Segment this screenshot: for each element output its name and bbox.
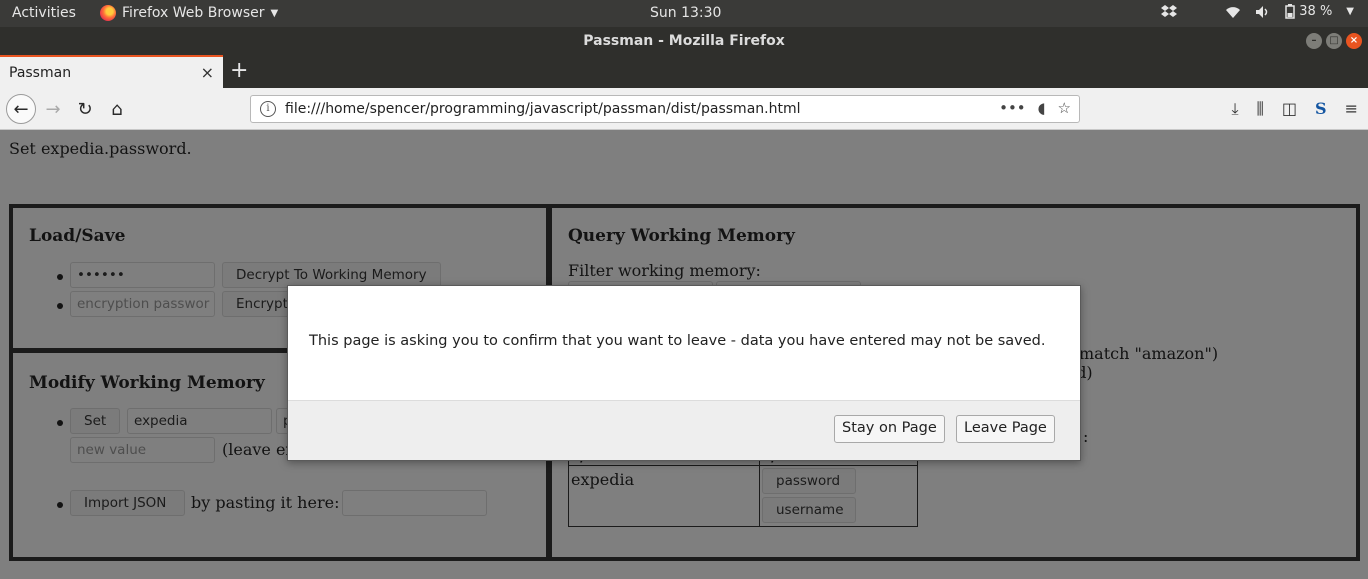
- tab-title: Passman: [9, 65, 72, 81]
- minimize-icon[interactable]: –: [1306, 33, 1322, 49]
- close-window-icon[interactable]: ×: [1346, 33, 1362, 49]
- field-username-button[interactable]: username: [762, 497, 856, 523]
- filter-label: Filter working memory:: [568, 261, 761, 280]
- leave-page-button[interactable]: Leave Page: [956, 415, 1055, 443]
- caret-down-icon: ▼: [270, 7, 279, 19]
- battery-percent: 38 %: [1299, 4, 1333, 19]
- paste-json-input[interactable]: [342, 490, 487, 516]
- import-json-button[interactable]: Import JSON: [70, 490, 185, 516]
- app-menu-label: Firefox Web Browser: [122, 5, 265, 21]
- url-text[interactable]: file:///home/spencer/programming/javascr…: [285, 101, 801, 117]
- site-info-icon[interactable]: i: [260, 101, 276, 117]
- toolbar-right: ⤓ ⫼ ◫ S ≡: [1231, 99, 1358, 119]
- account-cell: expedia: [568, 465, 760, 527]
- new-value-input[interactable]: new value: [70, 437, 215, 463]
- caret-down-icon: ▼: [1346, 6, 1354, 17]
- app-menu[interactable]: Firefox Web Browser ▼: [100, 5, 278, 21]
- stay-on-page-button[interactable]: Stay on Page: [834, 415, 945, 443]
- volume-icon: [1256, 5, 1268, 18]
- paste-label: by pasting it here:: [191, 493, 340, 512]
- home-icon[interactable]: ⌂: [102, 94, 132, 124]
- sync-icon[interactable]: S: [1315, 99, 1327, 119]
- sidebar-icon[interactable]: ◫: [1282, 99, 1297, 119]
- system-top-bar: Activities Firefox Web Browser ▼ Sun 13:…: [0, 0, 1368, 27]
- wifi-icon: [1226, 6, 1241, 18]
- url-actions: ••• ◖ ☆: [999, 99, 1071, 117]
- tab-passman[interactable]: Passman ×: [0, 55, 223, 88]
- back-arrow-icon[interactable]: ←: [6, 94, 36, 124]
- firefox-logo-icon: [100, 5, 116, 21]
- navigation-bar: ← → ↻ ⌂ i file:///home/spencer/programmi…: [0, 88, 1368, 130]
- bullet: [57, 303, 63, 309]
- tab-strip: Passman × +: [0, 55, 1368, 88]
- window-controls: – □ ×: [1306, 33, 1362, 49]
- dropbox-icon: [1161, 4, 1178, 17]
- bullet: [57, 274, 63, 280]
- dialog-message: This page is asking you to confirm that …: [309, 333, 1046, 349]
- dialog-footer: Stay on Page Leave Page: [288, 400, 1080, 460]
- forward-arrow-icon[interactable]: →: [38, 94, 68, 124]
- decrypt-password-input[interactable]: ••••••: [70, 262, 215, 288]
- encryption-password-input[interactable]: encryption passwor: [70, 291, 215, 317]
- reload-icon[interactable]: ↻: [70, 94, 100, 124]
- clock[interactable]: Sun 13:30: [650, 5, 721, 21]
- query-heading: Query Working Memory: [568, 226, 795, 246]
- new-tab-icon[interactable]: +: [230, 58, 248, 83]
- window-title: Passman - Mozilla Firefox: [583, 33, 785, 49]
- activities-button[interactable]: Activities: [12, 5, 76, 21]
- bullet: [57, 502, 63, 508]
- maximize-icon[interactable]: □: [1326, 33, 1342, 49]
- modify-heading: Modify Working Memory: [29, 373, 265, 393]
- load-save-heading: Load/Save: [29, 226, 126, 246]
- table-row: expedia password username: [568, 465, 918, 527]
- filter-hint-line: :: [1083, 427, 1089, 446]
- url-bar[interactable]: i file:///home/spencer/programming/javas…: [250, 95, 1080, 123]
- fields-cell: password username: [759, 465, 918, 527]
- battery-icon: [1285, 4, 1296, 19]
- page-actions-icon[interactable]: •••: [999, 99, 1026, 117]
- bullet: [57, 420, 63, 426]
- filter-hint-line: match "amazon"): [1079, 344, 1219, 363]
- battery-indicator: 38 %: [1285, 4, 1332, 19]
- downloads-icon[interactable]: ⤓: [1231, 99, 1238, 119]
- window-titlebar: Passman - Mozilla Firefox – □ ×: [0, 27, 1368, 55]
- pocket-icon[interactable]: ◖: [1038, 99, 1046, 117]
- hamburger-menu-icon[interactable]: ≡: [1345, 99, 1358, 119]
- leave-page-dialog: This page is asking you to confirm that …: [287, 285, 1081, 461]
- field-password-button[interactable]: password: [762, 468, 856, 494]
- status-message: Set expedia.password.: [9, 139, 192, 158]
- library-icon[interactable]: ⫼: [1257, 99, 1264, 119]
- tab-close-icon[interactable]: ×: [201, 63, 214, 82]
- bookmark-star-icon[interactable]: ☆: [1058, 99, 1071, 117]
- account-input[interactable]: expedia: [127, 408, 272, 434]
- leave-empty-note: (leave er: [222, 440, 294, 459]
- set-button[interactable]: Set: [70, 408, 120, 434]
- system-tray[interactable]: 38 % ▼: [1161, 4, 1354, 19]
